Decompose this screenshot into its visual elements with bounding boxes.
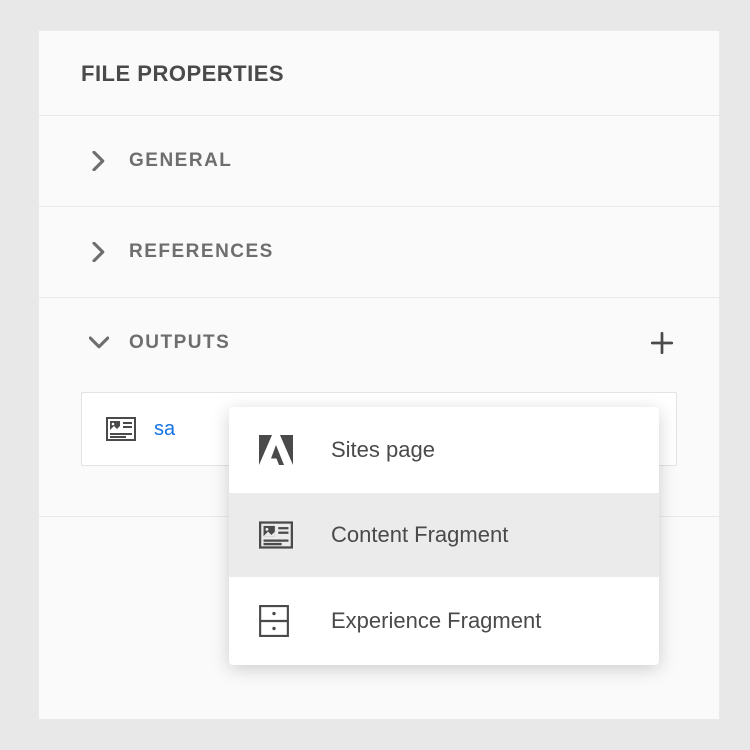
chevron-down-icon bbox=[87, 336, 111, 350]
experience-fragment-icon bbox=[259, 605, 297, 637]
dropdown-item-experience-fragment[interactable]: Experience Fragment bbox=[229, 577, 659, 665]
section-references: REFERENCES bbox=[39, 207, 719, 298]
section-label: OUTPUTS bbox=[129, 332, 230, 354]
section-general: GENERAL bbox=[39, 116, 719, 207]
add-output-button[interactable] bbox=[647, 328, 677, 358]
chevron-right-icon bbox=[87, 151, 111, 171]
section-header-general[interactable]: GENERAL bbox=[39, 116, 719, 206]
content-fragment-icon bbox=[106, 417, 136, 441]
plus-icon bbox=[649, 330, 675, 356]
dropdown-item-content-fragment[interactable]: Content Fragment bbox=[229, 493, 659, 577]
section-label: REFERENCES bbox=[129, 241, 274, 263]
add-output-dropdown: Sites page Content Fragment bbox=[229, 407, 659, 665]
section-header-references[interactable]: REFERENCES bbox=[39, 207, 719, 297]
section-label: GENERAL bbox=[129, 150, 232, 172]
dropdown-item-label: Sites page bbox=[331, 437, 435, 463]
section-header-outputs[interactable]: OUTPUTS bbox=[39, 298, 719, 388]
file-properties-panel: FILE PROPERTIES GENERAL REFERENCES OUTPU… bbox=[38, 30, 720, 720]
content-fragment-icon bbox=[259, 521, 297, 549]
dropdown-item-label: Content Fragment bbox=[331, 522, 508, 548]
output-item-name: sa bbox=[154, 418, 175, 441]
dropdown-item-label: Experience Fragment bbox=[331, 608, 541, 634]
panel-title: FILE PROPERTIES bbox=[39, 31, 719, 116]
chevron-right-icon bbox=[87, 242, 111, 262]
dropdown-item-sites-page[interactable]: Sites page bbox=[229, 407, 659, 493]
adobe-icon bbox=[259, 435, 297, 465]
